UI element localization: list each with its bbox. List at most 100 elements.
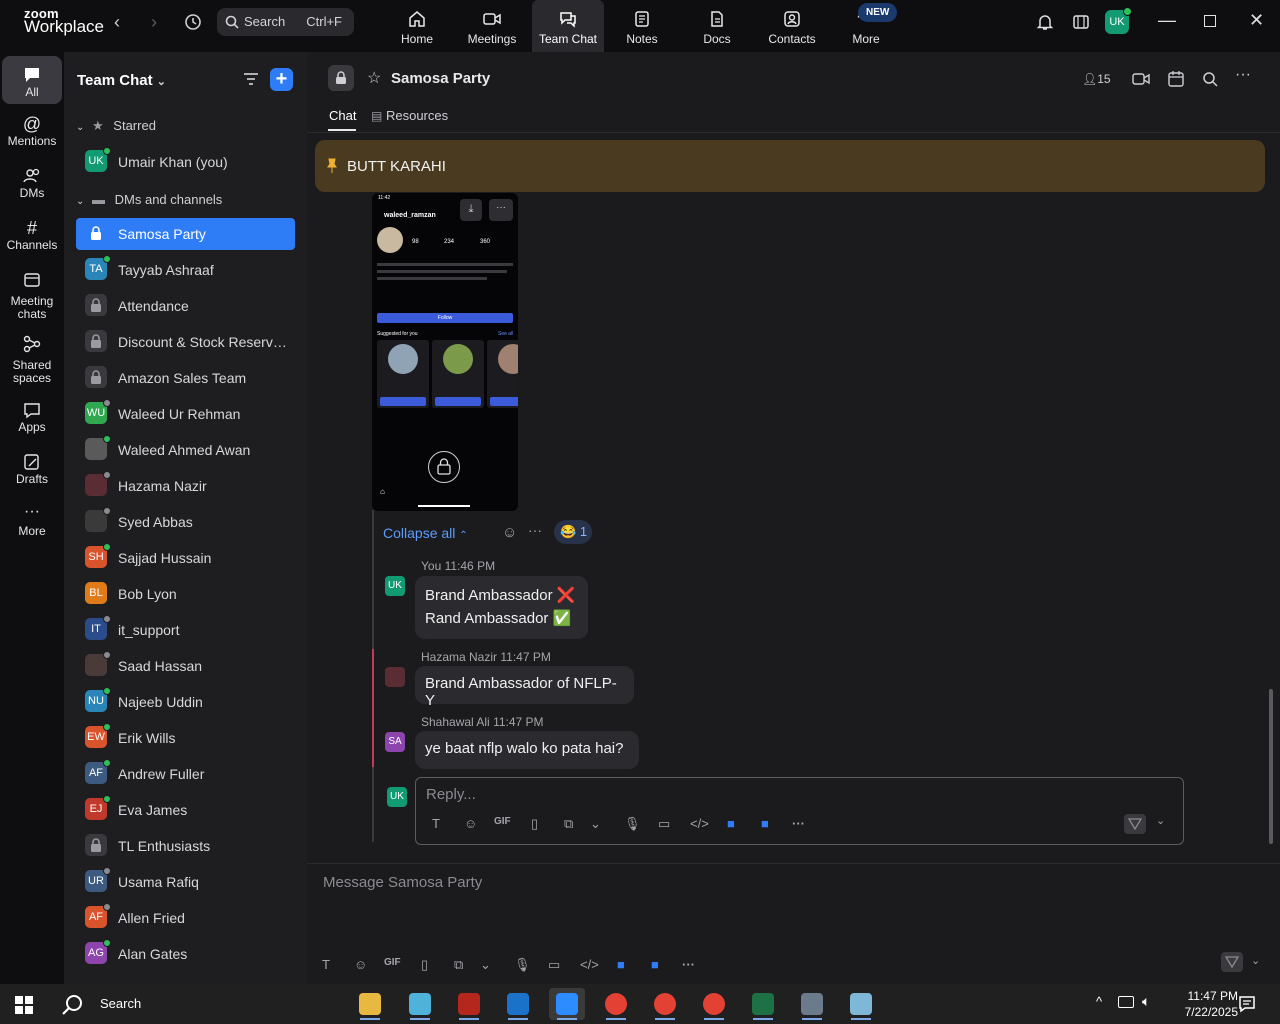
tab-docs[interactable]: Docs [681, 0, 753, 52]
gif-icon[interactable]: GIF [494, 816, 511, 827]
sidebar-item[interactable]: TA Tayyab Ashraaf [76, 254, 295, 286]
sidebar-item[interactable]: Amazon Sales Team [76, 362, 295, 394]
add-reaction-icon[interactable]: ☺ [502, 524, 517, 541]
tab-resources[interactable]: ▤ Resources [371, 108, 448, 123]
tab-contacts[interactable]: Contacts [756, 0, 828, 52]
video-camera-icon[interactable] [1132, 72, 1150, 86]
sidebar-item[interactable]: Discount & Stock Reservati... [76, 326, 295, 358]
sidebar-item[interactable]: SH Sajjad Hussain [76, 542, 295, 574]
rail-mentions[interactable]: @ Mentions [2, 114, 62, 158]
file-explorer-icon[interactable] [352, 988, 388, 1020]
sidebar-item[interactable]: Syed Abbas [76, 506, 295, 538]
sidebar-item[interactable]: BL Bob Lyon [76, 578, 295, 610]
file-icon[interactable]: ▯ [421, 957, 428, 973]
sidebar-item[interactable]: AF Andrew Fuller [76, 758, 295, 790]
video-message-icon[interactable]: ▭ [548, 957, 560, 973]
search-box[interactable]: Search Ctrl+F [217, 8, 354, 36]
microphone-icon[interactable]: 🎙︎ [514, 957, 531, 973]
sidebar-item[interactable]: UR Usama Rafiq [76, 866, 295, 898]
chevron-down-icon[interactable]: ⌄ [480, 957, 491, 973]
more-dots-icon[interactable]: ··· [682, 957, 695, 972]
rail-all[interactable]: All [2, 56, 62, 104]
chrome-icon[interactable] [647, 988, 683, 1020]
tab-notes[interactable]: Notes [606, 0, 678, 52]
chevron-down-icon[interactable]: ⌄ [590, 816, 601, 832]
forward-arrow-icon[interactable]: › [151, 12, 157, 33]
avatar[interactable] [385, 667, 405, 687]
tab-chat[interactable]: Chat [329, 108, 356, 123]
restore-icon[interactable] [1204, 15, 1216, 27]
tab-team-chat[interactable]: Team Chat [532, 0, 604, 52]
star-outline-icon[interactable]: ☆ [367, 68, 381, 88]
calculator-icon[interactable] [794, 988, 830, 1020]
whiteboard-app-icon[interactable]: ■ [617, 957, 625, 972]
sidebar-item[interactable]: Samosa Party [76, 218, 295, 250]
search-icon[interactable] [1202, 71, 1218, 87]
list-item[interactable]: UK Umair Khan (you) [76, 146, 295, 178]
chevron-down-icon[interactable]: ⌄ [1251, 954, 1260, 967]
chevron-up-icon[interactable]: ^ [1096, 994, 1102, 1009]
notification-center-icon[interactable] [1238, 995, 1256, 1013]
message-bubble[interactable]: ye baat nflp walo ko pata hai? [415, 731, 639, 769]
collapse-all-button[interactable]: Collapse all ⌃ [383, 525, 468, 541]
format-text-icon[interactable]: T [432, 816, 440, 831]
microphone-icon[interactable]: 🎙︎ [624, 816, 641, 832]
download-icon[interactable]: ⤓ [460, 199, 482, 221]
shared-screenshot-image[interactable]: 11:42 waleed_ramzan ⤓ ··· 98 234 360 Fol… [372, 193, 518, 511]
rail-channels[interactable]: # Channels [2, 218, 62, 262]
more-dots-icon[interactable]: ··· [528, 522, 542, 538]
filezilla-icon[interactable] [451, 988, 487, 1020]
rail-shared-spaces[interactable]: Shared spaces [2, 334, 62, 390]
video-message-icon[interactable]: ▭ [658, 816, 670, 832]
filter-icon[interactable] [243, 72, 259, 86]
sidebar-item[interactable]: EW Erik Wills [76, 722, 295, 754]
dms-section-header[interactable]: ⌄ ▬ DMs and channels [76, 192, 222, 207]
code-snippet-icon[interactable]: </> [690, 816, 709, 831]
send-button[interactable] [1124, 814, 1146, 834]
more-dots-icon[interactable]: ··· [1235, 66, 1251, 84]
taskbar-search-label[interactable]: Search [100, 996, 141, 1011]
screenshot-icon[interactable]: ⧉ [454, 957, 463, 973]
search-icon[interactable] [62, 994, 84, 1016]
sidebar-item[interactable]: AF Allen Fried [76, 902, 295, 934]
screenshot-icon[interactable]: ⧉ [564, 816, 573, 832]
sidebar-item[interactable]: IT it_support [76, 614, 295, 646]
avatar[interactable]: SA [385, 732, 405, 752]
network-icon[interactable] [1118, 996, 1134, 1008]
rail-meeting-chats[interactable]: Meeting chats [2, 270, 62, 326]
reaction-pill[interactable]: 😂 1 [554, 520, 592, 544]
rail-drafts[interactable]: Drafts [2, 452, 62, 496]
channel-title[interactable]: Samosa Party [391, 70, 490, 87]
docs-app-icon[interactable]: ■ [761, 816, 769, 831]
chrome-icon[interactable] [598, 988, 634, 1020]
excel-icon[interactable] [745, 988, 781, 1020]
sidebar-title[interactable]: Team Chat ⌄ [77, 72, 166, 89]
message-composer[interactable]: Message Samosa Party T ☺ GIF ▯ ⧉ ⌄ 🎙︎ ▭ </> ■ ■ ···… [307, 863, 1280, 984]
rail-more[interactable]: ··· More [2, 504, 62, 548]
member-count[interactable]: 👤︎15 [1082, 72, 1111, 86]
pinned-message-banner[interactable]: BUTT KARAHI [315, 140, 1265, 192]
sidebar-item[interactable]: EJ Eva James [76, 794, 295, 826]
scrollbar-thumb[interactable] [1269, 689, 1273, 844]
starred-section-header[interactable]: ⌄ ★ Starred [76, 118, 156, 134]
rail-apps[interactable]: Apps [2, 400, 62, 444]
tab-meetings[interactable]: Meetings [456, 0, 528, 52]
gif-icon[interactable]: GIF [384, 957, 401, 968]
back-arrow-icon[interactable]: ‹ [114, 12, 120, 33]
send-button[interactable] [1221, 952, 1243, 972]
whiteboard-app-icon[interactable]: ■ [727, 816, 735, 831]
docs-app-icon[interactable]: ■ [651, 957, 659, 972]
sidebar-item[interactable]: AG Alan Gates [76, 938, 295, 970]
sidebar-item[interactable]: WU Waleed Ur Rehman [76, 398, 295, 430]
new-chat-button[interactable]: + [270, 68, 293, 91]
app-icon[interactable] [402, 988, 438, 1020]
close-icon[interactable]: ✕ [1249, 10, 1264, 31]
message-bubble[interactable]: Brand Ambassador of NFLP-Y [415, 666, 634, 709]
sidebar-item[interactable]: Waleed Ahmed Awan [76, 434, 295, 466]
file-icon[interactable]: ▯ [531, 816, 538, 832]
more-dots-icon[interactable]: ··· [489, 199, 513, 221]
zoom-icon[interactable] [549, 988, 585, 1020]
system-clock[interactable]: 11:47 PM 7/22/2025 [1185, 988, 1238, 1020]
chevron-down-icon[interactable]: ⌄ [1156, 814, 1165, 827]
volume-icon[interactable]: 🔈︎ [1142, 993, 1150, 1010]
